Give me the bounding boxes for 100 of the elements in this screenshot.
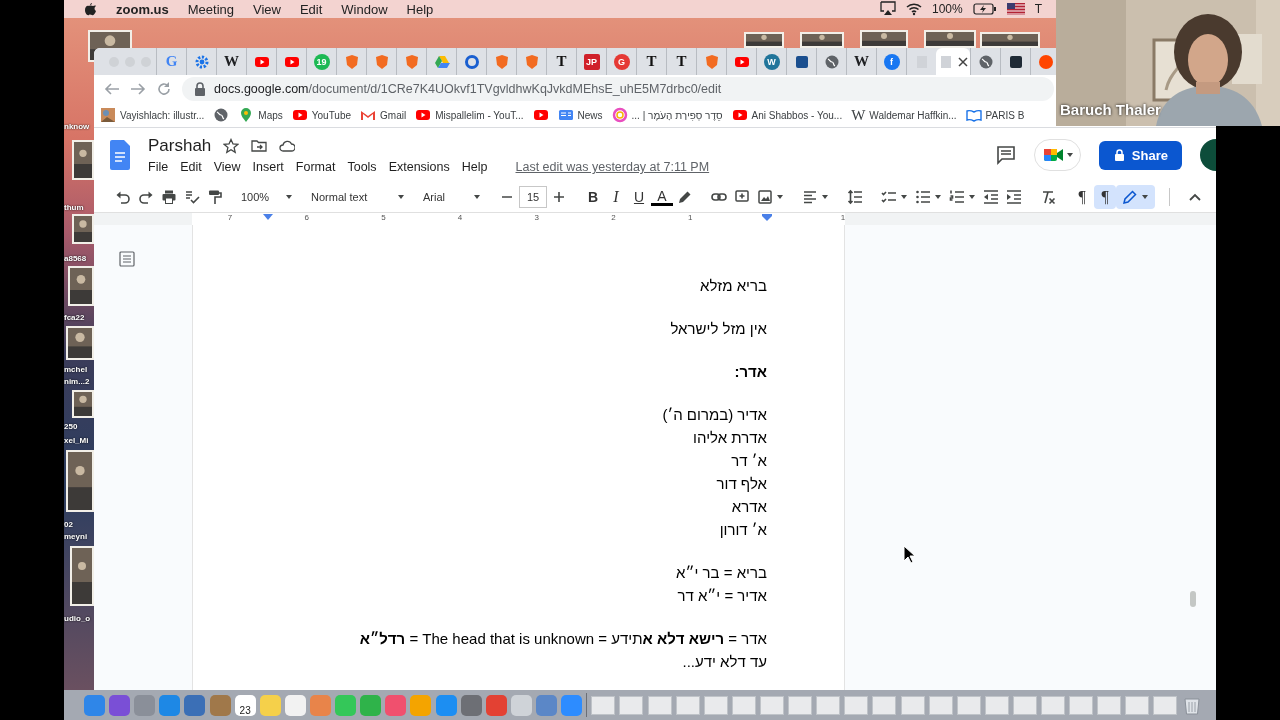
window-thumbnail[interactable] — [956, 695, 981, 715]
file-thumbnail-icon[interactable] — [68, 266, 94, 306]
window-thumbnail[interactable] — [844, 695, 869, 715]
menu-item[interactable]: Help — [461, 160, 500, 174]
file-thumbnail-icon[interactable] — [860, 30, 908, 48]
scrollbar-thumb[interactable] — [1190, 591, 1196, 607]
desktop-file-label[interactable]: mchel — [64, 365, 88, 374]
file-thumbnail-icon[interactable] — [924, 30, 976, 48]
calendar-icon[interactable]: 23 — [234, 694, 256, 716]
file-thumbnail-icon[interactable] — [70, 546, 94, 606]
document-title[interactable]: Parshah — [148, 136, 212, 156]
editing-mode-button[interactable] — [1116, 185, 1155, 209]
bookmark[interactable]: Mispallelim - YouT... — [415, 107, 524, 123]
menu-item[interactable]: Tools — [347, 160, 389, 174]
right-to-left-button[interactable]: ¶ — [1094, 185, 1116, 209]
browser-tab[interactable]: f — [876, 48, 906, 75]
bookmark[interactable]: YouTube — [291, 107, 352, 123]
dropdown[interactable]: Arial — [420, 185, 484, 209]
desktop-file-label[interactable]: udio_o — [64, 614, 91, 623]
bookmark[interactable]: Maps — [238, 107, 283, 123]
desktop-file-label[interactable]: xel_Mi — [64, 436, 89, 445]
menu-item[interactable]: Format — [295, 160, 348, 174]
address-bar[interactable]: docs.google.com/document/d/1CRe7K4UOkvf1TVgvldhwKqJvkdMEhsE_uhE5M7drbc0/edit — [182, 77, 1054, 101]
app-icon[interactable] — [134, 694, 156, 716]
file-thumbnail-icon[interactable] — [800, 32, 844, 48]
app-icon[interactable] — [209, 694, 231, 716]
window-thumbnail[interactable] — [1069, 695, 1094, 715]
desktop-file-label[interactable]: meyni — [64, 532, 88, 541]
dropdown[interactable]: Normal text — [308, 185, 408, 209]
italic-button[interactable]: I — [605, 185, 627, 209]
browser-tab[interactable]: T — [636, 48, 666, 75]
bookmark[interactable]: Ani Shabbos - You... — [731, 107, 843, 123]
bookmark[interactable]: Gmail — [360, 107, 407, 123]
menu-item[interactable]: File — [148, 160, 181, 174]
desktop-file-label[interactable]: 250 — [64, 422, 78, 431]
window-thumbnail[interactable] — [647, 695, 672, 715]
app-icon[interactable] — [510, 694, 532, 716]
file-thumbnail-icon[interactable] — [980, 32, 1040, 48]
app-icon[interactable] — [84, 694, 105, 716]
desktop-file-label[interactable]: a8568 — [64, 254, 87, 263]
bookmark[interactable]: Vayishlach: illustr... — [100, 107, 205, 123]
window-thumbnail[interactable] — [1097, 695, 1122, 715]
indent-marker-icon[interactable] — [762, 214, 772, 221]
menu-item[interactable]: Window — [341, 1, 388, 17]
window-thumbnail[interactable] — [1012, 695, 1037, 715]
app-icon[interactable] — [284, 694, 306, 716]
app-icon[interactable] — [109, 694, 131, 716]
bookmark[interactable] — [532, 107, 549, 123]
window-thumbnail[interactable] — [816, 695, 841, 715]
bookmark[interactable]: PARIS B — [965, 107, 1025, 123]
bookmark[interactable] — [213, 107, 230, 123]
window-thumbnail[interactable] — [619, 695, 644, 715]
document-page[interactable]: בריא מזלא אין מזל לישראל אדר: אדיר (במרום ה׳) אדרת אליהו א׳ דר אלף דור אדרא א׳ דורון בריא = בר י״א אדיר = י״א דר אדר = רישא דלא אתידע = The head that is unknown = רדל״א עד דלא ידע... — [192, 225, 845, 690]
window-thumbnail[interactable] — [928, 695, 953, 715]
menu-item[interactable]: Insert — [252, 160, 296, 174]
file-thumbnail-icon[interactable] — [72, 140, 94, 180]
browser-tab[interactable]: W — [756, 48, 786, 75]
app-icon[interactable] — [435, 694, 457, 716]
browser-tab[interactable]: T — [666, 48, 696, 75]
bold-button[interactable]: B — [582, 185, 604, 209]
browser-tab[interactable]: G — [606, 48, 636, 75]
browser-tab[interactable]: T — [546, 48, 576, 75]
window-thumbnail[interactable] — [731, 695, 756, 715]
file-thumbnail-icon[interactable] — [72, 214, 94, 244]
browser-tab[interactable]: JP — [576, 48, 606, 75]
app-icon[interactable] — [485, 694, 507, 716]
app-icon[interactable] — [561, 694, 583, 716]
file-thumbnail-icon[interactable] — [66, 326, 94, 360]
window-thumbnail[interactable] — [1041, 695, 1066, 715]
browser-tab[interactable]: W — [216, 48, 246, 75]
desktop-file-label[interactable]: 02 — [64, 520, 73, 529]
window-thumbnail[interactable] — [788, 695, 813, 715]
bookmark[interactable]: סֵדֶר סְפִירַת הָעֹמֶר | ... — [611, 107, 723, 123]
app-menu[interactable]: zoom.us — [116, 1, 169, 17]
menu-item[interactable]: View — [253, 1, 281, 17]
app-icon[interactable] — [259, 694, 281, 716]
window-thumbnail[interactable] — [1125, 695, 1150, 715]
window-thumbnail[interactable] — [591, 695, 616, 715]
window-thumbnail[interactable] — [984, 695, 1009, 715]
window-thumbnail[interactable] — [675, 695, 700, 715]
font-size-field[interactable]: 15 — [519, 186, 547, 208]
app-icon[interactable] — [385, 694, 407, 716]
menu-item[interactable]: View — [213, 160, 253, 174]
app-icon[interactable] — [535, 694, 557, 716]
app-icon[interactable] — [460, 694, 482, 716]
desktop-file-label[interactable]: thum — [64, 203, 84, 212]
left-to-right-button[interactable]: ¶ — [1071, 185, 1093, 209]
menu-item[interactable]: Extensions — [388, 160, 462, 174]
file-thumbnail-icon[interactable] — [66, 450, 94, 512]
window-thumbnail[interactable] — [872, 695, 897, 715]
bookmark[interactable]: News — [557, 107, 603, 123]
dropdown[interactable]: 100% — [238, 185, 296, 209]
app-icon[interactable] — [184, 694, 206, 716]
desktop-file-label[interactable]: nim...2 — [64, 377, 90, 386]
browser-tab[interactable]: W — [846, 48, 876, 75]
window-thumbnail[interactable] — [900, 695, 925, 715]
window-thumbnail[interactable] — [703, 695, 728, 715]
share-button[interactable]: Share — [1098, 140, 1182, 170]
text-color-button[interactable]: A — [651, 188, 673, 206]
menu-item[interactable]: Meeting — [187, 1, 234, 17]
